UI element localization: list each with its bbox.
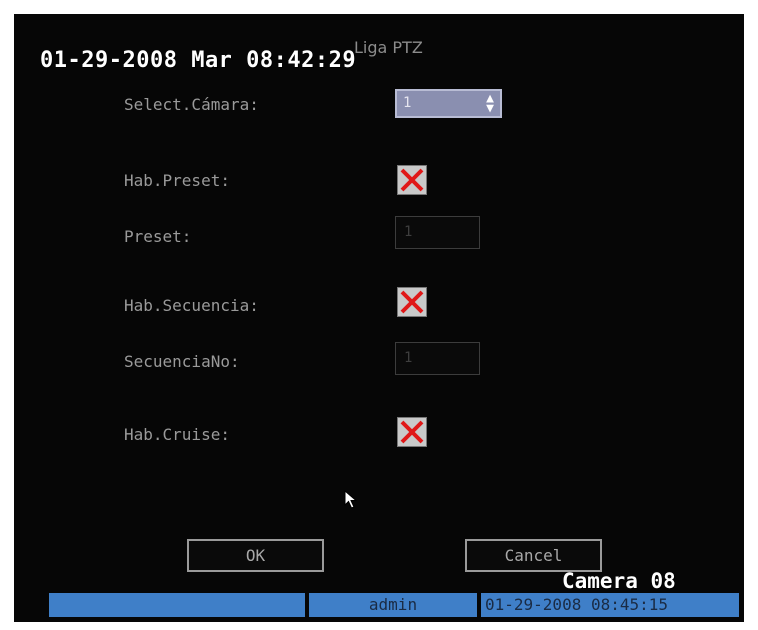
red-x-icon [400, 290, 424, 314]
cruise-enable-label: Hab.Cruise: [124, 425, 230, 444]
dialog-title: Liga PTZ [354, 38, 423, 57]
mouse-pointer-icon [344, 490, 358, 509]
camera-select[interactable]: 1 ▲ ▼ [395, 89, 502, 118]
preset-label: Preset: [124, 227, 192, 246]
preset-enable-label: Hab.Preset: [124, 171, 230, 190]
camera-name-osd: Camera 08 [562, 569, 676, 593]
red-x-icon [400, 420, 424, 444]
dvr-screen: Liga PTZ 01-29-2008 Mar 08:42:29 Select.… [14, 14, 744, 622]
red-x-icon [400, 168, 424, 192]
up-down-arrows-icon[interactable]: ▲ ▼ [486, 92, 494, 115]
sequence-no-input[interactable]: 1 [395, 342, 480, 375]
preset-enable-checkbox[interactable] [397, 165, 427, 195]
cruise-enable-checkbox[interactable] [397, 417, 427, 447]
status-bar: admin 01-29-2008 08:45:15 [49, 593, 739, 617]
osd-datetime: 01-29-2008 Mar 08:42:29 [40, 48, 357, 73]
preset-value: 1 [404, 224, 413, 240]
camera-select-value: 1 [403, 95, 412, 111]
sequence-enable-checkbox[interactable] [397, 287, 427, 317]
ok-button[interactable]: OK [187, 539, 324, 572]
sequence-enable-label: Hab.Secuencia: [124, 296, 259, 315]
status-datetime: 01-29-2008 08:45:15 [481, 593, 739, 617]
preset-input[interactable]: 1 [395, 216, 480, 249]
sequence-no-label: SecuenciaNo: [124, 352, 240, 371]
cancel-button[interactable]: Cancel [465, 539, 602, 572]
status-bar-segment [49, 593, 305, 617]
camera-select-label: Select.Cámara: [124, 95, 259, 114]
sequence-no-value: 1 [404, 350, 413, 366]
status-user: admin [309, 593, 477, 617]
